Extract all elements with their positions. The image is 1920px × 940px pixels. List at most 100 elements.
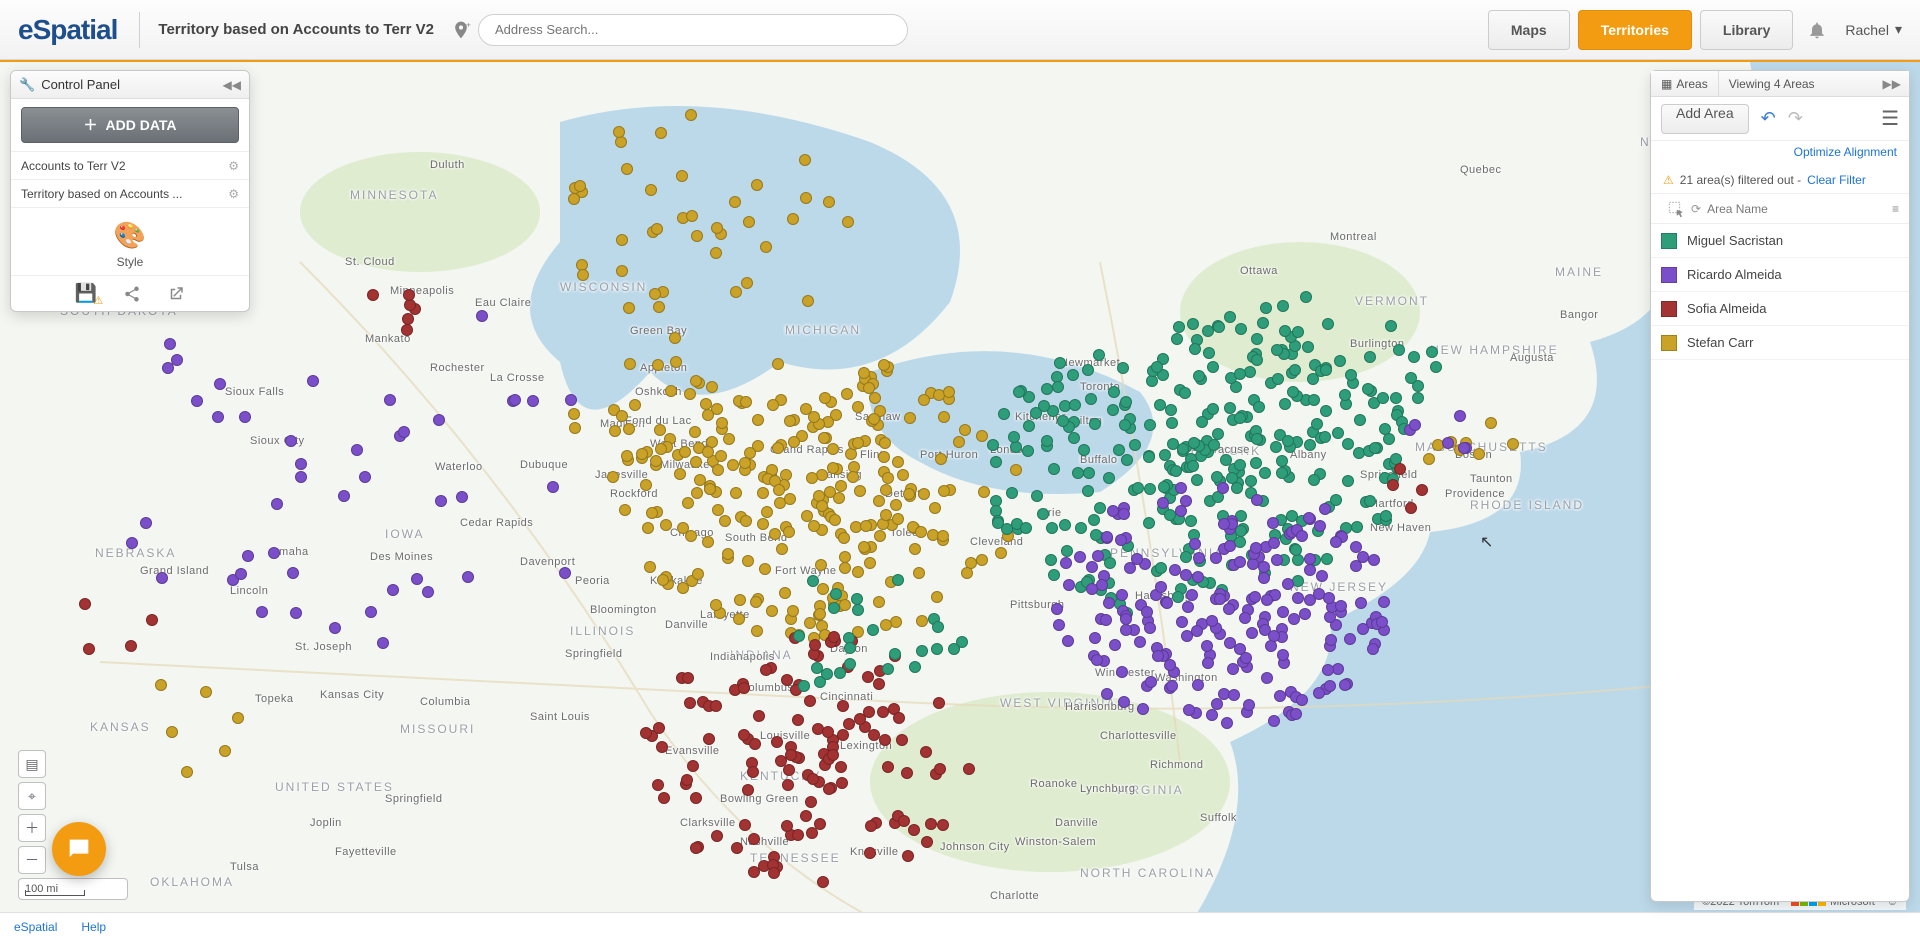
data-point[interactable]	[1416, 484, 1428, 496]
data-point[interactable]	[990, 456, 1002, 468]
data-point[interactable]	[921, 836, 933, 848]
data-point[interactable]	[1379, 423, 1391, 435]
data-point[interactable]	[1060, 557, 1072, 569]
save-button[interactable]: 💾⚠	[75, 283, 97, 304]
data-point[interactable]	[749, 738, 761, 750]
data-point[interactable]	[821, 668, 833, 680]
data-point[interactable]	[1116, 589, 1128, 601]
data-point[interactable]	[1234, 459, 1246, 471]
data-point[interactable]	[768, 867, 780, 879]
data-point[interactable]	[890, 616, 902, 628]
data-point[interactable]	[833, 492, 845, 504]
data-point[interactable]	[748, 833, 760, 845]
data-point[interactable]	[232, 712, 244, 724]
data-point[interactable]	[1259, 467, 1271, 479]
data-point[interactable]	[759, 563, 771, 575]
data-point[interactable]	[83, 643, 95, 655]
data-point[interactable]	[433, 414, 445, 426]
data-point[interactable]	[807, 773, 819, 785]
data-point[interactable]	[918, 394, 930, 406]
data-point[interactable]	[623, 302, 635, 314]
data-point[interactable]	[929, 502, 941, 514]
data-point[interactable]	[676, 170, 688, 182]
chat-bubble[interactable]	[52, 822, 106, 876]
data-point[interactable]	[1218, 518, 1230, 530]
data-point[interactable]	[191, 395, 203, 407]
data-point[interactable]	[854, 485, 866, 497]
data-point[interactable]	[801, 510, 813, 522]
data-point[interactable]	[788, 436, 800, 448]
data-point[interactable]	[1288, 613, 1300, 625]
data-point[interactable]	[1289, 364, 1301, 376]
data-point[interactable]	[569, 422, 581, 434]
data-point[interactable]	[568, 408, 580, 420]
data-point[interactable]	[1143, 451, 1155, 463]
data-point[interactable]	[834, 667, 846, 679]
data-point[interactable]	[1115, 534, 1127, 546]
data-point[interactable]	[476, 310, 488, 322]
data-point[interactable]	[164, 338, 176, 350]
data-point[interactable]	[702, 536, 714, 548]
data-point[interactable]	[1426, 346, 1438, 358]
data-point[interactable]	[422, 586, 434, 598]
data-point[interactable]	[435, 495, 447, 507]
data-point[interactable]	[1368, 554, 1380, 566]
data-point[interactable]	[893, 712, 905, 724]
data-point[interactable]	[401, 324, 413, 336]
data-point[interactable]	[1053, 619, 1065, 631]
data-point[interactable]	[1271, 554, 1283, 566]
data-point[interactable]	[761, 506, 773, 518]
data-point[interactable]	[1272, 373, 1284, 385]
data-point[interactable]	[1214, 593, 1226, 605]
data-point[interactable]	[1170, 465, 1182, 477]
data-point[interactable]	[1261, 672, 1273, 684]
data-point[interactable]	[1249, 591, 1261, 603]
data-point[interactable]	[1224, 540, 1236, 552]
data-point[interactable]	[1117, 362, 1129, 374]
data-point[interactable]	[868, 413, 880, 425]
data-point[interactable]	[814, 608, 826, 620]
data-point[interactable]	[650, 455, 662, 467]
data-point[interactable]	[1010, 464, 1022, 476]
data-point[interactable]	[837, 729, 849, 741]
data-point[interactable]	[1172, 591, 1184, 603]
data-point[interactable]	[527, 395, 539, 407]
share-button[interactable]	[123, 285, 141, 303]
data-point[interactable]	[1120, 396, 1132, 408]
data-point[interactable]	[1378, 596, 1390, 608]
data-point[interactable]	[1129, 439, 1141, 451]
data-point[interactable]	[1057, 415, 1069, 427]
data-point[interactable]	[1041, 435, 1053, 447]
data-point[interactable]	[1104, 557, 1116, 569]
data-point[interactable]	[828, 602, 840, 614]
data-point[interactable]	[1202, 657, 1214, 669]
data-point[interactable]	[715, 450, 727, 462]
data-point[interactable]	[827, 749, 839, 761]
data-point[interactable]	[1008, 431, 1020, 443]
data-point[interactable]	[1171, 333, 1183, 345]
data-point[interactable]	[753, 710, 765, 722]
data-point[interactable]	[800, 810, 812, 822]
data-point[interactable]	[642, 522, 654, 534]
data-point[interactable]	[1054, 357, 1066, 369]
data-point[interactable]	[1507, 438, 1519, 450]
data-point[interactable]	[808, 520, 820, 532]
data-point[interactable]	[1037, 508, 1049, 520]
data-point[interactable]	[1292, 326, 1304, 338]
data-point[interactable]	[1137, 703, 1149, 715]
data-point[interactable]	[685, 109, 697, 121]
data-point[interactable]	[1473, 448, 1485, 460]
data-point[interactable]	[1339, 389, 1351, 401]
data-point[interactable]	[873, 678, 885, 690]
data-point[interactable]	[1228, 689, 1240, 701]
data-point[interactable]	[879, 734, 891, 746]
data-point[interactable]	[1108, 386, 1120, 398]
columns-icon[interactable]: ≡	[1892, 202, 1899, 216]
data-point[interactable]	[938, 411, 950, 423]
data-point[interactable]	[829, 514, 841, 526]
data-point[interactable]	[852, 437, 864, 449]
data-point[interactable]	[1157, 497, 1169, 509]
data-point[interactable]	[615, 136, 627, 148]
data-point[interactable]	[733, 613, 745, 625]
data-point[interactable]	[1271, 344, 1283, 356]
